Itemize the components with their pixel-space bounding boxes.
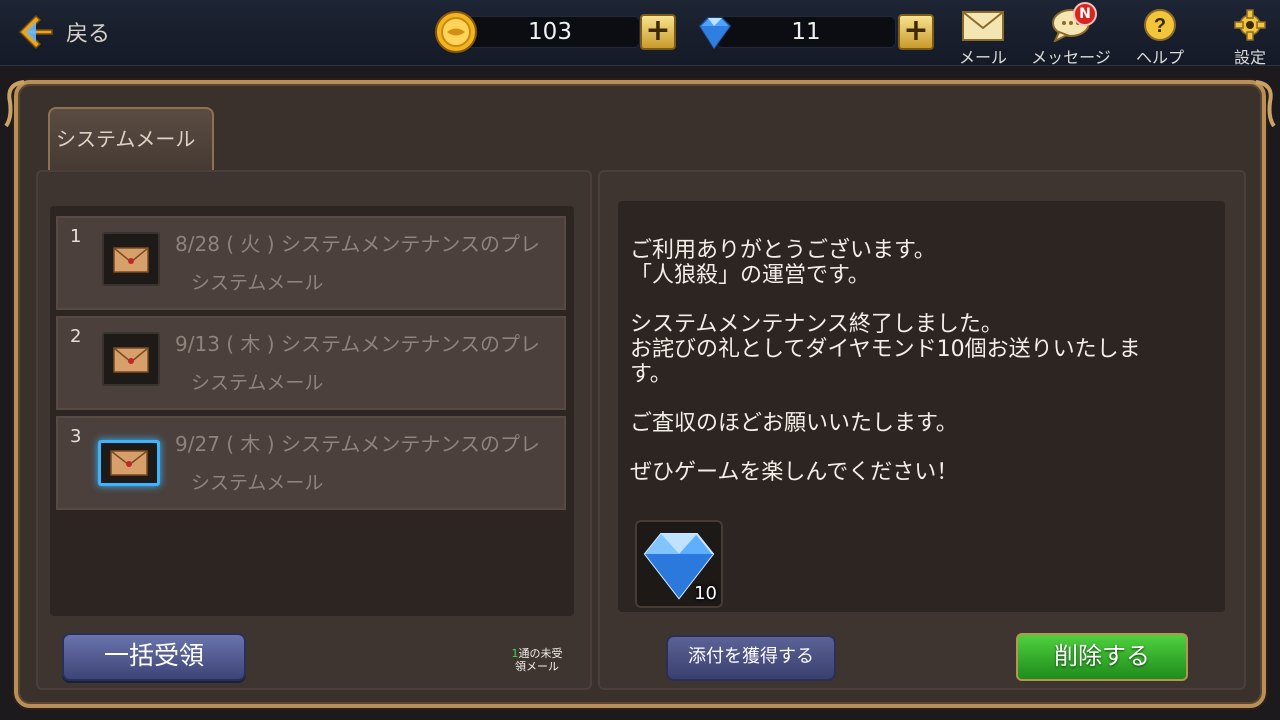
mail-sender: システムメール — [191, 272, 324, 294]
delete-button[interactable]: 削除する — [1016, 633, 1188, 681]
mail-number: 2 — [70, 326, 82, 347]
back-label: 戻る — [66, 22, 111, 47]
envelope-icon — [102, 332, 160, 386]
settings-nav-button[interactable]: 設定 — [1228, 6, 1272, 68]
get-attachment-button[interactable]: 添付を獲得する — [666, 635, 836, 681]
attachment-item[interactable]: 10 — [635, 520, 723, 608]
message-label: メッセージ — [1031, 48, 1111, 67]
help-icon: ? — [1144, 9, 1176, 41]
mail-row[interactable]: 1 8/28 ( 火 ) システムメンテナンスのプレ システムメール — [56, 216, 566, 310]
unread-count: 1通の未受 領メール — [497, 647, 577, 673]
gear-icon — [1234, 9, 1266, 41]
add-gems-button[interactable]: + — [898, 14, 934, 50]
back-arrow-icon — [18, 14, 53, 50]
message-line: お詫びの礼としてダイヤモンド10個お送りいたしま — [630, 337, 1141, 362]
message-line: ご査収のほどお願いいたします。 — [630, 411, 958, 436]
top-bar: 戻る 103 + 11 + メール メッセージ N ? ヘルプ 設定 — [0, 0, 1280, 68]
mail-title: 9/13 ( 木 ) システムメンテナンスのプレ — [175, 332, 540, 356]
mail-nav-button[interactable]: メール — [955, 6, 1011, 68]
svg-text:?: ? — [1154, 15, 1166, 37]
unread-number: 1 — [511, 647, 519, 660]
mail-icon — [962, 11, 1004, 41]
attachment-count: 10 — [694, 583, 717, 604]
ornament-left-icon — [4, 80, 25, 128]
envelope-icon — [98, 440, 160, 486]
message-line: ぜひゲームを楽しんでください！ — [630, 460, 959, 485]
help-nav-button[interactable]: ? ヘルプ — [1132, 6, 1188, 68]
message-line: ご利用ありがとうございます。 — [630, 238, 936, 263]
mail-number: 1 — [70, 226, 82, 247]
settings-label: 設定 — [1233, 48, 1266, 67]
coin-counter: 103 + — [434, 11, 680, 53]
message-line: す。 — [630, 362, 672, 387]
back-button[interactable]: 戻る — [16, 12, 110, 52]
message-nav-button[interactable]: メッセージ N — [1025, 2, 1117, 68]
mail-sender: システムメール — [191, 472, 324, 494]
gem-value: 11 — [716, 16, 896, 48]
coin-icon — [435, 11, 477, 53]
ornament-right-icon — [1255, 80, 1276, 128]
help-label: ヘルプ — [1135, 48, 1184, 67]
mail-title: 9/27 ( 木 ) システムメンテナンスのプレ — [175, 432, 540, 456]
message-line: システムメンテナンス終了しました。 — [630, 312, 1003, 337]
new-badge: N — [1073, 2, 1097, 26]
gem-counter: 11 + — [692, 14, 934, 50]
unread-text-2: 領メール — [515, 660, 559, 673]
message-body: ご利用ありがとうございます。 「人狼殺」の運営です。 システムメンテナンス終了し… — [630, 238, 1220, 485]
mail-title: 8/28 ( 火 ) システムメンテナンスのプレ — [175, 232, 540, 256]
add-coins-button[interactable]: + — [640, 14, 676, 50]
mail-row[interactable]: 2 9/13 ( 木 ) システムメンテナンスのプレ システムメール — [56, 316, 566, 410]
coin-value: 103 — [460, 16, 640, 48]
diamond-icon — [699, 17, 731, 50]
bulk-receive-button[interactable]: 一括受領 — [62, 633, 246, 681]
message-line: 「人狼殺」の運営です。 — [630, 263, 870, 288]
mail-number: 3 — [70, 426, 82, 447]
mail-sender: システムメール — [191, 372, 324, 394]
envelope-icon — [102, 232, 160, 286]
unread-text-1: 通の未受 — [518, 647, 563, 660]
mail-label: メール — [958, 48, 1007, 67]
tab-system-mail[interactable]: システムメール — [48, 107, 214, 170]
mail-row-selected[interactable]: 3 9/27 ( 木 ) システムメンテナンスのプレ システムメール — [56, 416, 566, 510]
